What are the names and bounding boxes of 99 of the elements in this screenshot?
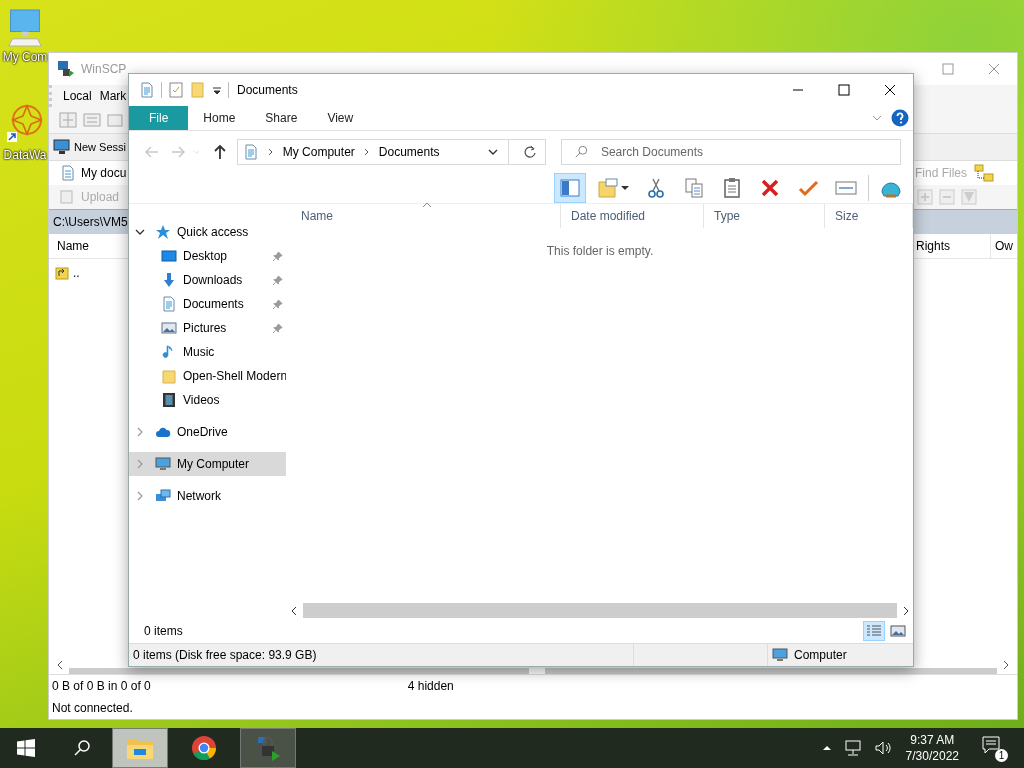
caret-up-icon[interactable] [821,743,832,753]
scrollbar-thumb[interactable] [545,668,997,674]
document-icon [242,144,259,160]
folder-icon[interactable] [190,82,206,98]
pin-icon[interactable] [272,275,283,286]
browser-icon [191,735,217,761]
local-path: C:\Users\VM5 [53,215,128,229]
copy-icon [683,177,705,199]
time: 9:37 AM [910,732,955,748]
folder-icon [597,177,619,199]
list-icon [866,624,882,638]
plus-icon[interactable] [917,189,933,205]
image-icon [890,624,906,638]
monitor-icon [53,139,71,155]
scrollbar-thumb[interactable] [303,603,897,618]
pin-icon[interactable] [272,299,283,310]
pane-icon [559,177,581,199]
selection-status: 0 B of 0 B in 0 of 0 [52,679,151,693]
document-icon [161,296,177,312]
network-icon [155,488,171,504]
date: 7/30/2022 [905,748,959,764]
nav-item[interactable]: Pictures [129,316,286,340]
nav-item[interactable]: Music [129,340,286,364]
nav-item[interactable]: Open-Shell Modern [129,364,286,388]
column-header[interactable]: Type [704,204,825,228]
disk-status: 0 items (Disk free space: 93.9 GB) [133,648,318,662]
hidden-count: 4 hidden [407,679,454,693]
notification-button[interactable]: 1 [981,734,1008,762]
item-count: 0 items [144,624,183,638]
padlock-arrows-icon [255,735,281,761]
address-bar[interactable]: My Computer Documents [236,139,546,165]
search-icon [573,145,588,159]
folder-tree-icon[interactable] [973,163,995,183]
network-icon[interactable] [843,739,862,757]
session-tab[interactable]: My docu [81,166,127,180]
location-label: Computer [794,648,847,662]
sync-icon[interactable] [83,112,101,128]
parent-folder-icon [55,266,69,280]
connection-status: Not connected. [52,701,133,715]
nav-item[interactable]: My Computer [129,452,286,476]
ribbon-tab[interactable]: View [312,106,369,130]
nav-item[interactable]: Quick access [129,220,286,244]
video-icon [161,392,177,408]
breadcrumb-item[interactable]: Documents [378,145,440,159]
clock[interactable]: 9:37 AM 7/30/2022 [905,732,959,764]
notification-count: 1 [995,748,1008,762]
checkbox-icon[interactable] [168,82,184,98]
ribbon-tab[interactable]: Home [188,106,251,130]
breadcrumb-item[interactable]: My Computer [282,145,355,159]
menu-item[interactable]: Local [63,89,92,103]
upload-icon [59,189,75,205]
volume-icon[interactable] [873,739,892,757]
column-header[interactable]: Ow [991,234,1017,258]
nav-item[interactable]: Desktop [129,244,286,268]
details-view-button[interactable] [863,621,885,641]
pin-icon[interactable] [272,251,283,262]
pin-icon[interactable] [272,323,283,334]
column-header[interactable]: Date modified [561,204,704,228]
ribbon-tab[interactable]: Share [250,106,313,130]
sort-caret-icon [422,202,432,208]
folder-icon [126,736,154,760]
x-cross-icon [759,177,781,199]
help-icon[interactable] [891,109,909,127]
search-icon [73,739,91,757]
file-name[interactable]: .. [73,266,80,280]
picture-icon [161,320,177,336]
toolbar-button[interactable] [554,173,586,203]
nav-item[interactable]: Documents [129,292,286,316]
transfer-icon[interactable] [107,112,125,128]
column-header[interactable]: Name [49,239,89,253]
computer-icon [772,647,788,663]
new-session-tab[interactable]: New Sessi [74,141,126,153]
window-title: Documents [237,83,298,97]
download-icon [161,272,177,288]
desktop-icon [161,248,177,264]
document-icon [61,165,75,181]
menu-item[interactable]: Mark [99,89,127,103]
search-field[interactable]: Search Documents [560,139,901,165]
window-title: WinSCP [81,62,127,76]
windows-logo-icon [17,739,35,757]
chevron-down-icon[interactable] [135,227,145,237]
computer-icon [155,456,171,472]
scissors-icon [645,177,667,199]
column-header[interactable]: Size [825,204,913,228]
nav-item[interactable]: OneDrive [129,420,286,444]
star-icon [155,224,171,240]
message-icon [981,734,1001,755]
empty-folder-message: This folder is empty. [546,244,654,260]
padlock-computer-icon [57,60,75,78]
computer-icon[interactable] [7,8,43,48]
compare-icon[interactable] [59,112,77,128]
nav-item[interactable]: Videos [129,388,286,412]
nav-item[interactable]: Network [129,484,286,508]
nav-item[interactable]: Downloads [129,268,286,292]
scrollbar-thumb[interactable] [69,668,529,674]
clipboard-icon [721,177,743,199]
column-header[interactable]: Name [291,204,561,228]
document-icon[interactable] [139,82,155,98]
folder-icon [161,368,177,384]
